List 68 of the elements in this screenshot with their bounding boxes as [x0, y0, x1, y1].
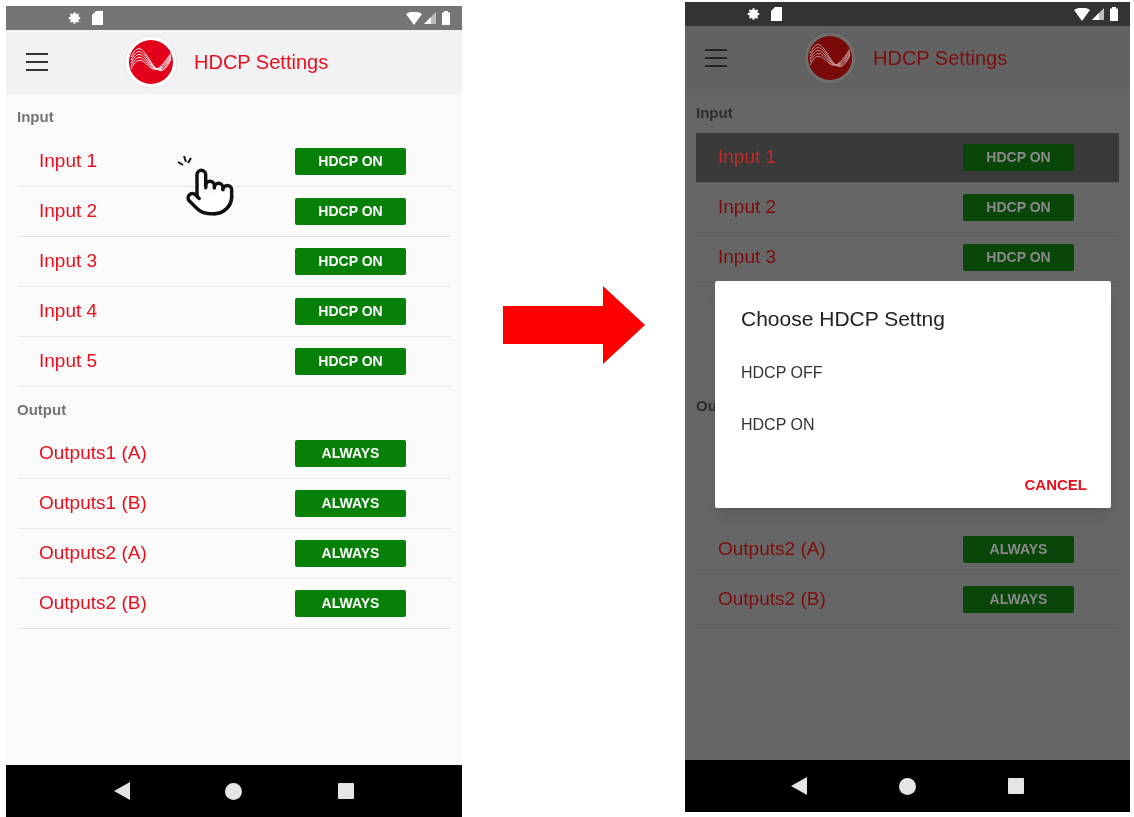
status-button[interactable]: ALWAYS	[963, 586, 1074, 613]
setting-label: Outputs1 (B)	[39, 491, 148, 516]
back-icon[interactable]	[113, 782, 130, 800]
dialog-option[interactable]: HDCP ON	[741, 412, 815, 437]
sd-card-icon	[771, 7, 782, 21]
back-icon[interactable]	[791, 777, 807, 795]
status-button[interactable]: ALWAYS	[295, 490, 406, 517]
setting-row[interactable]: Input 1 HDCP ON	[696, 132, 1119, 183]
status-button[interactable]: ALWAYS	[963, 536, 1074, 563]
setting-row[interactable]: Input 4 HDCP ON	[17, 286, 451, 337]
app-title: HDCP Settings	[194, 50, 329, 75]
setting-label: Outputs1 (A)	[39, 441, 148, 466]
status-button[interactable]: ALWAYS	[295, 440, 406, 467]
setting-label: Input 1	[718, 144, 778, 169]
wifi-icon	[1074, 7, 1090, 21]
setting-row[interactable]: Outputs2 (B) ALWAYS	[17, 579, 451, 629]
home-icon[interactable]	[899, 777, 916, 795]
setting-label: Outputs2 (A)	[39, 541, 148, 566]
setting-label: Input 4	[39, 298, 99, 323]
signal-icon	[1092, 8, 1104, 20]
setting-row[interactable]: Input 3 HDCP ON	[17, 236, 451, 287]
dialog-title: Choose HDCP Settng	[741, 306, 945, 332]
signal-icon	[424, 12, 436, 24]
battery-icon	[1110, 7, 1118, 21]
setting-row[interactable]: Outputs2 (B) ALWAYS	[696, 575, 1119, 625]
status-button[interactable]: ALWAYS	[295, 590, 406, 617]
setting-row[interactable]: Input 5 HDCP ON	[17, 336, 451, 387]
status-button[interactable]: HDCP ON	[295, 297, 406, 325]
setting-row[interactable]: Input 2 HDCP ON	[696, 182, 1119, 233]
sd-card-icon	[92, 11, 103, 25]
setting-label: Input 2	[718, 194, 778, 219]
status-button[interactable]: HDCP ON	[963, 243, 1074, 271]
setting-row[interactable]: Outputs1 (A) ALWAYS	[17, 429, 451, 479]
status-button[interactable]: HDCP ON	[295, 197, 406, 225]
setting-label: Outputs2 (B)	[718, 587, 827, 612]
cancel-button[interactable]: CANCEL	[1024, 473, 1087, 496]
recents-icon[interactable]	[338, 783, 355, 799]
wave-logo-icon	[803, 31, 857, 85]
setting-label: Input 3	[39, 248, 99, 273]
status-button[interactable]: ALWAYS	[295, 540, 406, 567]
setting-label: Outputs2 (B)	[39, 591, 148, 616]
gear-icon	[747, 7, 761, 21]
app-title: HDCP Settings	[873, 46, 1008, 71]
home-icon[interactable]	[225, 782, 243, 800]
status-button[interactable]: HDCP ON	[295, 347, 406, 375]
setting-label: Input 3	[718, 244, 778, 269]
status-button[interactable]: HDCP ON	[295, 247, 406, 275]
setting-label: Input 1	[39, 148, 99, 173]
section-header: Output	[17, 399, 67, 420]
setting-label: Input 2	[39, 198, 99, 223]
dialog-option[interactable]: HDCP OFF	[741, 360, 823, 385]
setting-label: Outputs2 (A)	[718, 537, 827, 562]
wave-logo-icon	[124, 35, 178, 89]
right-arrow-icon	[502, 286, 645, 364]
section-header: Input	[17, 107, 54, 127]
setting-row[interactable]: Outputs2 (A) ALWAYS	[17, 529, 451, 579]
status-button[interactable]: HDCP ON	[963, 193, 1074, 221]
wifi-icon	[406, 11, 422, 25]
section-header: Input	[696, 103, 733, 123]
setting-row[interactable]: Outputs1 (B) ALWAYS	[17, 479, 451, 529]
status-button[interactable]: HDCP ON	[963, 143, 1074, 171]
battery-icon	[442, 11, 450, 25]
setting-row[interactable]: Outputs2 (A) ALWAYS	[696, 525, 1119, 575]
setting-row[interactable]: Input 1 HDCP ON	[17, 136, 451, 187]
status-button[interactable]: HDCP ON	[295, 147, 406, 175]
gear-icon	[68, 11, 82, 25]
setting-label: Input 5	[39, 348, 99, 373]
menu-icon[interactable]	[26, 53, 48, 71]
